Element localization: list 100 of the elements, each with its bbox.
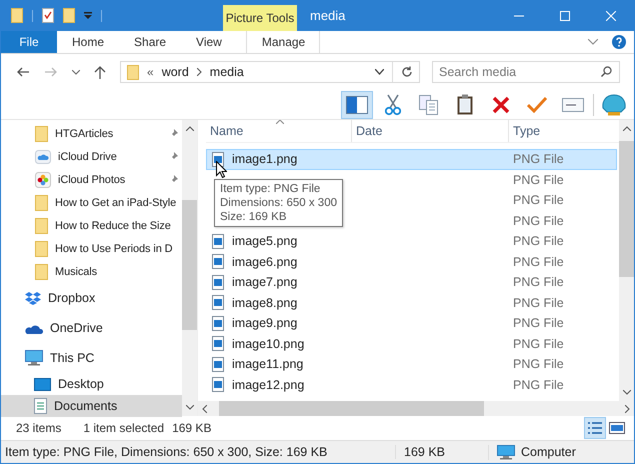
tooltip-line: Size: 169 KB (220, 210, 288, 224)
file-name: image12.png (232, 378, 304, 392)
file-name: image1.png (232, 152, 298, 166)
scrollbar[interactable] (182, 120, 197, 416)
folder-icon (35, 264, 48, 280)
file-name: image5.png (232, 234, 298, 248)
selection-size: 169 KB (172, 421, 212, 435)
file-tab[interactable]: File (1, 31, 57, 53)
file-row[interactable]: PNG File (512, 190, 617, 210)
image-file-icon (212, 254, 224, 270)
delete-icon (492, 96, 510, 114)
ribbon-tab[interactable]: Manage (246, 31, 320, 53)
file-row[interactable]: PNG File (512, 210, 617, 231)
back-icon[interactable] (16, 67, 30, 77)
nav-item[interactable]: How to Use Periods in D (1, 237, 182, 260)
search-icon (601, 66, 612, 77)
nav-item[interactable]: Dropbox (1, 283, 182, 313)
folder-icon (35, 194, 48, 210)
file-type: PNG File (513, 316, 564, 330)
dropdown-icon[interactable] (375, 69, 384, 75)
window-title: media (309, 7, 346, 25)
overflow-crumb[interactable]: « (147, 65, 154, 79)
nav-item[interactable]: iCloud Photos (1, 168, 182, 191)
maximize-icon (560, 10, 570, 20)
column-header[interactable]: Name (206, 120, 352, 142)
toolbar-button[interactable] (341, 90, 373, 118)
scissors-icon (385, 94, 401, 116)
file-row[interactable]: image7.png PNG File (206, 272, 617, 292)
file-name: image6.png (232, 254, 298, 269)
file-type: PNG File (513, 214, 564, 228)
preview-pane-icon (346, 96, 368, 114)
help-icon[interactable] (612, 35, 626, 49)
nav-item[interactable]: How to Get an iPad-Style (1, 191, 182, 214)
file-type: PNG File (513, 254, 564, 269)
image-file-icon (212, 234, 224, 249)
file-size: 169 KB (395, 445, 488, 459)
nav-item[interactable]: How to Reduce the Size (1, 214, 182, 237)
file-type: PNG File (513, 152, 564, 166)
file-row[interactable]: image9.png PNG File (206, 313, 617, 334)
scrollbar[interactable] (619, 120, 634, 401)
file-name: image9.png (232, 316, 298, 330)
nav-item[interactable]: Desktop (1, 373, 182, 395)
file-type: PNG File (513, 296, 564, 310)
details-view-icon (587, 421, 603, 435)
recent-locations-icon[interactable] (72, 70, 80, 74)
nav-item[interactable]: OneDrive (1, 313, 182, 343)
breadcrumb[interactable]: word (162, 65, 189, 79)
rename-icon (562, 98, 584, 112)
search-field[interactable]: Search media (432, 61, 620, 83)
scroll-right-icon[interactable] (625, 404, 630, 412)
folder-icon (35, 240, 48, 256)
cloud-icon (25, 322, 43, 334)
scroll-down-icon[interactable] (622, 390, 630, 395)
folder-icon (127, 64, 139, 80)
chevron-icon (196, 68, 202, 76)
column-header[interactable]: Type (509, 120, 619, 142)
tooltip-line: Item type: PNG File (220, 182, 322, 196)
image-file-icon (212, 336, 224, 352)
file-type: PNG File (513, 336, 564, 351)
file-row[interactable]: image10.png PNG File (206, 334, 617, 354)
view-button[interactable] (584, 417, 606, 439)
file-row[interactable]: image1.png PNG File (206, 149, 617, 170)
scroll-up-icon[interactable] (622, 126, 630, 131)
file-row[interactable]: PNG File (512, 170, 617, 190)
scroll-up-icon[interactable] (186, 126, 194, 131)
dropdown-icon[interactable] (84, 12, 92, 20)
scroll-down-icon[interactable] (186, 405, 194, 410)
computer-icon (25, 350, 43, 366)
nav-item[interactable]: Documents (1, 395, 182, 417)
file-name: image10.png (232, 336, 304, 351)
document-icon (34, 398, 47, 414)
column-header[interactable]: Date (352, 120, 509, 142)
shell-icon (602, 94, 626, 116)
expand-ribbon-icon[interactable] (588, 39, 598, 45)
file-row[interactable]: image5.png PNG File (206, 231, 617, 252)
nav-item[interactable]: HTGArticles (1, 122, 182, 145)
properties-icon[interactable] (42, 8, 54, 23)
breadcrumb[interactable]: media (210, 65, 244, 79)
nav-item[interactable]: Musicals (1, 260, 182, 283)
close-icon (606, 10, 616, 20)
cloud-icon (35, 150, 51, 164)
scrollbar[interactable] (198, 401, 634, 416)
address-bar[interactable]: « word media (120, 61, 420, 83)
large-icons-view-icon (609, 422, 625, 434)
checkmark-icon (527, 96, 547, 112)
file-row[interactable]: image12.png PNG File (206, 374, 617, 395)
file-row[interactable]: image11.png PNG File (206, 354, 617, 374)
image-file-icon (212, 316, 224, 331)
refresh-icon[interactable] (401, 66, 413, 78)
image-file-icon (212, 377, 224, 392)
flower-icon (35, 172, 51, 188)
file-type: PNG File (513, 172, 564, 187)
file-row[interactable]: image6.png PNG File (206, 252, 617, 272)
nav-item[interactable]: This PC (1, 343, 182, 373)
context-tab-group: Picture Tools (223, 5, 297, 31)
dropbox-icon (25, 291, 41, 305)
scroll-left-icon[interactable] (202, 404, 207, 412)
nav-item[interactable]: iCloud Drive (1, 145, 182, 168)
up-icon[interactable] (94, 66, 106, 78)
file-row[interactable]: image8.png PNG File (206, 292, 617, 313)
